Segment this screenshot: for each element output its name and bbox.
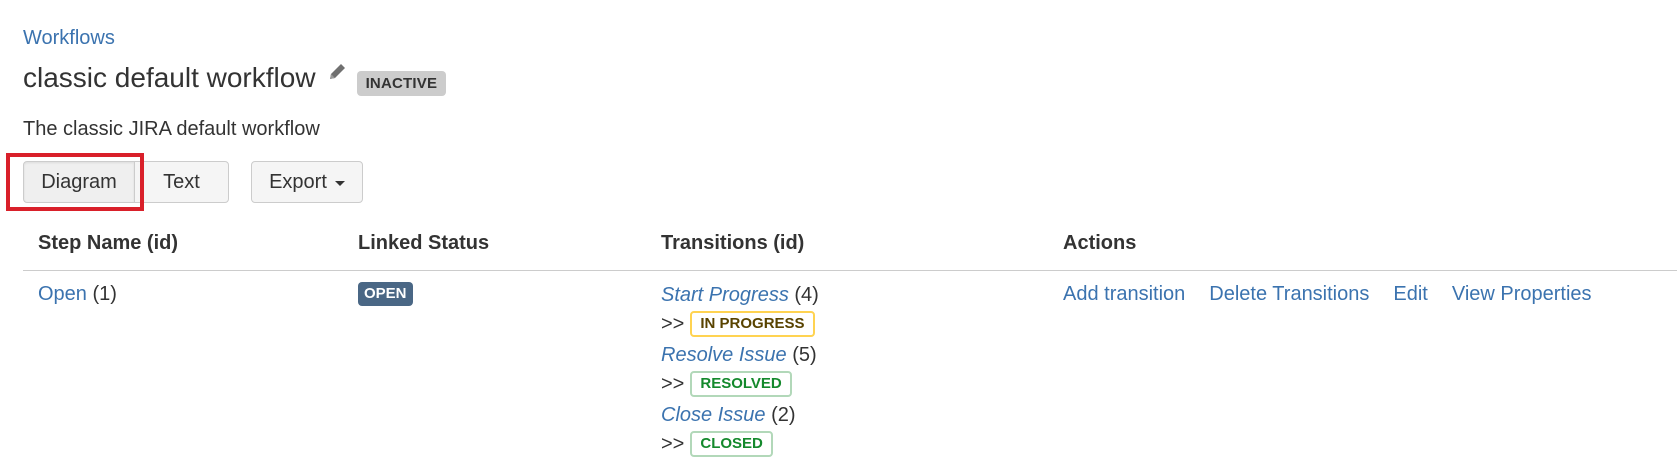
transition-item: Start Progress (4) >> IN PROGRESS <box>661 283 1041 343</box>
edit-step-link[interactable]: Edit <box>1393 283 1427 306</box>
linked-status-badge: OPEN <box>358 282 413 306</box>
workflow-page: Workflows classic default workflow INACT… <box>0 0 1677 466</box>
target-status-badge: IN PROGRESS <box>690 311 815 337</box>
breadcrumb-workflows-link[interactable]: Workflows <box>23 27 115 50</box>
actions-cell: Add transition Delete Transitions Edit V… <box>1063 283 1616 306</box>
transition-id: (4) <box>794 284 819 306</box>
step-name-cell: Open (1) <box>38 283 117 306</box>
title-row: classic default workflow INACTIVE <box>23 58 447 98</box>
text-view-button[interactable]: Text <box>134 161 229 203</box>
diagram-view-button[interactable]: Diagram <box>23 161 135 203</box>
transition-start-progress-link[interactable]: Start Progress <box>661 284 789 306</box>
target-status-badge: RESOLVED <box>690 371 792 397</box>
step-id: (1) <box>92 283 117 305</box>
export-dropdown-button[interactable]: Export <box>251 161 363 203</box>
chevron-down-icon <box>334 181 345 186</box>
header-actions: Actions <box>1063 232 1137 254</box>
transition-id: (2) <box>771 404 796 426</box>
transition-close-issue-link[interactable]: Close Issue <box>661 404 766 426</box>
step-open-link[interactable]: Open <box>38 283 87 305</box>
transition-item: Resolve Issue (5) >> RESOLVED <box>661 343 1041 403</box>
table-header-divider <box>23 270 1677 271</box>
target-status-badge: CLOSED <box>690 431 773 457</box>
pencil-icon[interactable] <box>326 60 348 84</box>
delete-transitions-link[interactable]: Delete Transitions <box>1209 283 1369 306</box>
export-button-label: Export <box>269 170 327 193</box>
workflow-description: The classic JIRA default workflow <box>23 118 320 140</box>
header-linked-status: Linked Status <box>358 232 490 254</box>
header-transitions: Transitions (id) <box>661 232 805 254</box>
transitions-cell: Start Progress (4) >> IN PROGRESS Resolv… <box>661 283 1041 463</box>
transition-arrow: >> <box>661 433 685 455</box>
header-step-name: Step Name (id) <box>38 232 179 254</box>
workflow-status-badge: INACTIVE <box>356 70 447 96</box>
transition-id: (5) <box>792 344 817 366</box>
view-properties-link[interactable]: View Properties <box>1452 283 1592 306</box>
transition-arrow: >> <box>661 313 685 335</box>
add-transition-link[interactable]: Add transition <box>1063 283 1185 306</box>
page-title: classic default workflow <box>23 62 316 93</box>
transition-item: Close Issue (2) >> CLOSED <box>661 403 1041 463</box>
transition-arrow: >> <box>661 373 685 395</box>
transition-resolve-issue-link[interactable]: Resolve Issue <box>661 344 787 366</box>
